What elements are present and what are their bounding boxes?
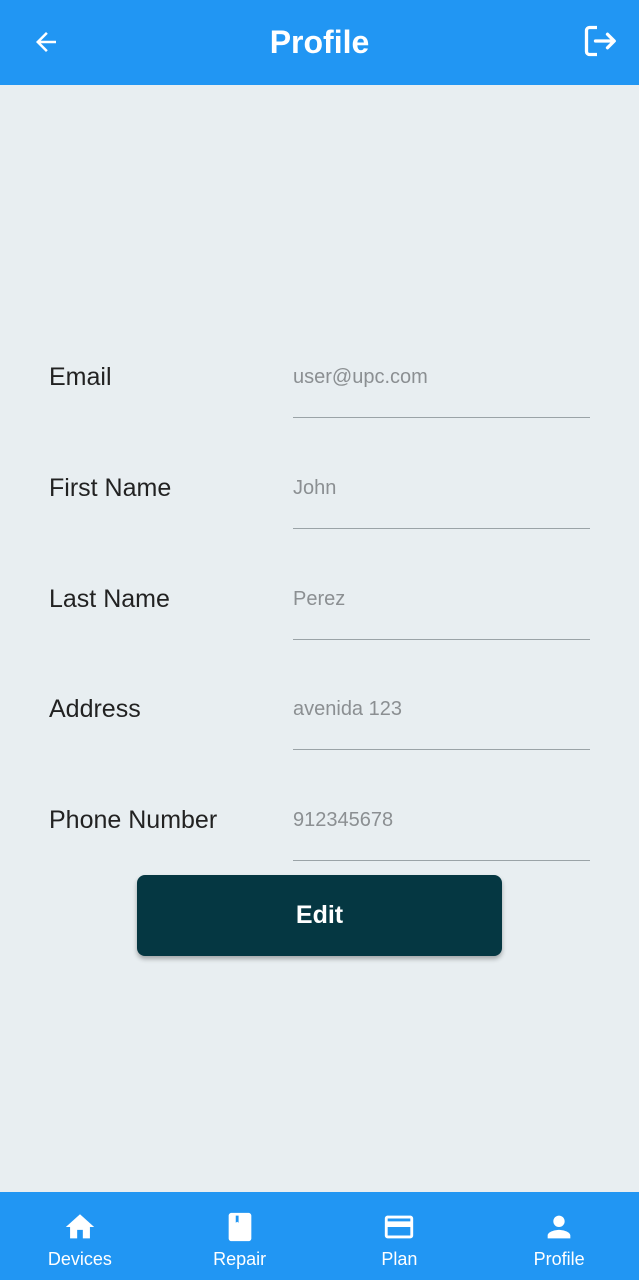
last-name-label: Last Name	[49, 585, 170, 613]
back-button[interactable]	[26, 22, 66, 62]
field-row-address: Address avenida 123	[0, 694, 639, 805]
email-label: Email	[49, 363, 112, 391]
first-name-field[interactable]: John	[293, 473, 590, 529]
address-field[interactable]: avenida 123	[293, 694, 590, 750]
last-name-field[interactable]: Perez	[293, 584, 590, 640]
nav-label-devices: Devices	[47, 1249, 112, 1269]
book-icon	[228, 1212, 251, 1242]
nav-item-profile[interactable]: Profile	[479, 1192, 639, 1280]
logout-icon	[584, 25, 616, 57]
email-field[interactable]: user@upc.com	[293, 362, 590, 418]
nav-label-profile: Profile	[533, 1249, 585, 1269]
email-value: user@upc.com	[293, 366, 428, 388]
nav-label-repair: Repair	[213, 1249, 267, 1269]
app-bar: Profile	[0, 0, 639, 85]
first-name-label: First Name	[49, 474, 172, 502]
logout-button[interactable]	[579, 20, 621, 62]
page-title: Profile	[269, 24, 370, 60]
field-row-email: Email user@upc.com	[0, 362, 639, 473]
field-row-first-name: First Name John	[0, 473, 639, 584]
edit-button[interactable]: Edit	[137, 875, 502, 956]
first-name-value: John	[293, 477, 337, 499]
last-name-value: Perez	[293, 588, 346, 610]
nav-item-plan[interactable]: Plan	[320, 1192, 480, 1280]
home-icon	[65, 1214, 95, 1239]
nav-item-repair[interactable]: Repair	[160, 1192, 320, 1280]
person-icon	[547, 1215, 571, 1239]
nav-label-plan: Plan	[381, 1249, 418, 1269]
address-label: Address	[49, 695, 141, 723]
phone-number-value: 912345678	[293, 809, 394, 831]
credit-card-icon	[385, 1215, 414, 1239]
address-value: avenida 123	[293, 698, 402, 720]
bottom-navigation: Devices Repair Plan Profile	[0, 1192, 639, 1280]
arrow-left-icon	[36, 32, 56, 52]
nav-item-devices[interactable]: Devices	[0, 1192, 160, 1280]
field-row-last-name: Last Name Perez	[0, 584, 639, 695]
phone-number-label: Phone Number	[49, 806, 218, 834]
phone-number-field[interactable]: 912345678	[293, 805, 590, 861]
